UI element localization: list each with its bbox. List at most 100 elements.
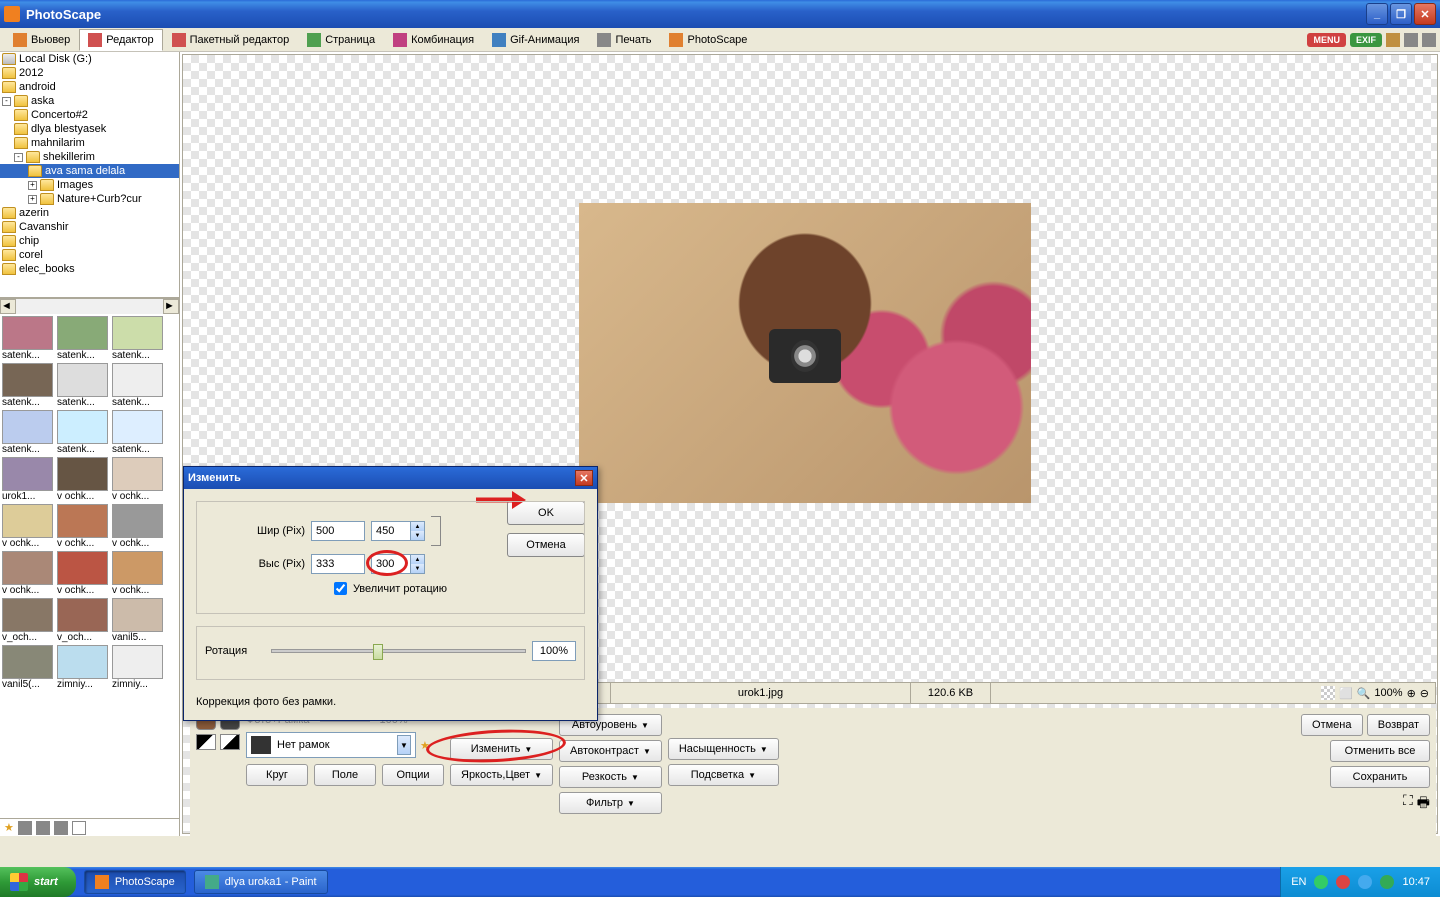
tree-item[interactable]: Cavanshir	[0, 220, 179, 234]
footer-icon-3[interactable]	[54, 821, 68, 835]
close-button[interactable]: ✕	[1414, 3, 1436, 25]
expander-icon[interactable]: +	[28, 195, 37, 204]
footer-icon-2[interactable]	[36, 821, 50, 835]
toolbar-icon-1[interactable]	[1386, 33, 1400, 47]
height-new-field[interactable]	[372, 555, 410, 573]
tree-item[interactable]: mahnilarim	[0, 136, 179, 150]
taskbar-item-photoscape[interactable]: PhotoScape	[84, 870, 186, 894]
tab-viewer[interactable]: Вьювер	[4, 29, 79, 51]
menu-badge[interactable]: MENU	[1307, 33, 1346, 47]
height-down-button[interactable]: ▼	[410, 564, 424, 573]
saturation-button[interactable]: Насыщенность▼	[668, 738, 779, 760]
field-button[interactable]: Поле	[314, 764, 376, 786]
thumbnail[interactable]: satenk...	[57, 316, 110, 361]
filter-button[interactable]: Фильтр▼	[559, 792, 662, 814]
thumbnail[interactable]: v ochk...	[2, 551, 55, 596]
tree-item[interactable]: +Nature+Curb?cur	[0, 192, 179, 206]
tree-item[interactable]: +Images	[0, 178, 179, 192]
thumbnail[interactable]: vanil5...	[112, 598, 165, 643]
width-down-button[interactable]: ▼	[410, 531, 424, 540]
tab-photoscape[interactable]: PhotoScape	[660, 29, 756, 51]
rotation-thumb[interactable]	[373, 644, 383, 660]
thumbnail[interactable]: zimniy...	[112, 645, 165, 690]
tree-item[interactable]: ava sama delala	[0, 164, 179, 178]
footer-icon-1[interactable]	[18, 821, 32, 835]
thumbnail[interactable]: urok1...	[2, 457, 55, 502]
start-button[interactable]: start	[0, 867, 76, 897]
tree-item[interactable]: 2012	[0, 66, 179, 80]
dialog-title-bar[interactable]: Изменить ✕	[184, 467, 597, 489]
tab-batch[interactable]: Пакетный редактор	[163, 29, 299, 51]
options-button[interactable]: Опции	[382, 764, 444, 786]
swatch-4[interactable]	[220, 734, 240, 750]
expander-icon[interactable]: +	[28, 181, 37, 190]
sharpness-button[interactable]: Резкость▼	[559, 766, 662, 788]
tree-item[interactable]: Concerto#2	[0, 108, 179, 122]
tree-item[interactable]: -aska	[0, 94, 179, 108]
minimize-button[interactable]: _	[1366, 3, 1388, 25]
thumbnail[interactable]: v ochk...	[57, 504, 110, 549]
cancel-button[interactable]: Отмена	[1301, 714, 1363, 736]
tab-combine[interactable]: Комбинация	[384, 29, 483, 51]
width-new-field[interactable]	[372, 522, 410, 540]
frame-select-arrow[interactable]: ▼	[397, 735, 411, 755]
rotation-value-field[interactable]	[532, 641, 576, 661]
brightness-color-button[interactable]: Яркость,Цвет▼	[450, 764, 553, 786]
print-icon[interactable]: 🖶	[1417, 792, 1430, 816]
thumbnail[interactable]: satenk...	[2, 363, 55, 408]
tab-print[interactable]: Печать	[588, 29, 660, 51]
fullscreen-icon[interactable]: ⛶	[1403, 792, 1413, 816]
scroll-right-button[interactable]: ►	[163, 299, 179, 314]
thumbnail[interactable]: satenk...	[112, 316, 165, 361]
thumbnail[interactable]: zimniy...	[57, 645, 110, 690]
frame-select[interactable]: Нет рамок ▼	[246, 732, 416, 758]
thumbnail[interactable]: v ochk...	[57, 551, 110, 596]
thumbnail[interactable]: v ochk...	[2, 504, 55, 549]
return-button[interactable]: Возврат	[1367, 714, 1430, 736]
tree-item[interactable]: dlya blestyasek	[0, 122, 179, 136]
auto-contrast-button[interactable]: Автоконтраст▼	[559, 740, 662, 762]
star-icon[interactable]: ★	[4, 821, 14, 834]
toolbar-icon-2[interactable]	[1404, 33, 1418, 47]
tab-gif[interactable]: Gif-Анимация	[483, 29, 588, 51]
thumbnail[interactable]: satenk...	[112, 410, 165, 455]
swatch-3[interactable]	[196, 734, 216, 750]
tree-item[interactable]: -shekillerim	[0, 150, 179, 164]
zoom-in-icon[interactable]: ⊕	[1407, 687, 1416, 700]
frame-star-icon[interactable]: ★	[420, 739, 430, 752]
tray-icon-3[interactable]	[1358, 875, 1372, 889]
aspect-lock-icon[interactable]	[431, 516, 441, 546]
thumbnail[interactable]: v ochk...	[112, 551, 165, 596]
tree-item[interactable]: android	[0, 80, 179, 94]
thumbnail[interactable]: satenk...	[2, 410, 55, 455]
circle-button[interactable]: Круг	[246, 764, 308, 786]
backlight-button[interactable]: Подсветка▼	[668, 764, 779, 786]
tab-editor[interactable]: Редактор	[79, 29, 162, 51]
zoom-actual-icon[interactable]: 🔍	[1357, 687, 1371, 700]
thumbnail[interactable]: vanil5(...	[2, 645, 55, 690]
main-image[interactable]	[579, 203, 1031, 503]
thumbnail[interactable]: v_och...	[2, 598, 55, 643]
taskbar-item-paint[interactable]: dlya uroka1 - Paint	[194, 870, 328, 894]
exif-badge[interactable]: EXIF	[1350, 33, 1382, 47]
tree-item[interactable]: chip	[0, 234, 179, 248]
tray-icon-2[interactable]	[1336, 875, 1350, 889]
tray-icon-1[interactable]	[1314, 875, 1328, 889]
tree-item[interactable]: azerin	[0, 206, 179, 220]
checker-icon[interactable]	[1321, 686, 1335, 700]
width-new-spinner[interactable]: ▲▼	[371, 521, 425, 541]
tree-item[interactable]: Local Disk (G:)	[0, 52, 179, 66]
thumbnail[interactable]: satenk...	[57, 410, 110, 455]
scroll-track[interactable]	[16, 299, 163, 314]
expander-icon[interactable]: -	[2, 97, 11, 106]
tree-item[interactable]: corel	[0, 248, 179, 262]
thumbnail[interactable]: v_och...	[57, 598, 110, 643]
scroll-left-button[interactable]: ◄	[0, 299, 16, 314]
tray-lang[interactable]: EN	[1291, 876, 1306, 888]
thumbnail[interactable]: satenk...	[112, 363, 165, 408]
undo-all-button[interactable]: Отменить все	[1330, 740, 1430, 762]
tab-page[interactable]: Страница	[298, 29, 384, 51]
thumbnail[interactable]: v ochk...	[57, 457, 110, 502]
thumbnail[interactable]: v ochk...	[112, 504, 165, 549]
expander-icon[interactable]: -	[14, 153, 23, 162]
